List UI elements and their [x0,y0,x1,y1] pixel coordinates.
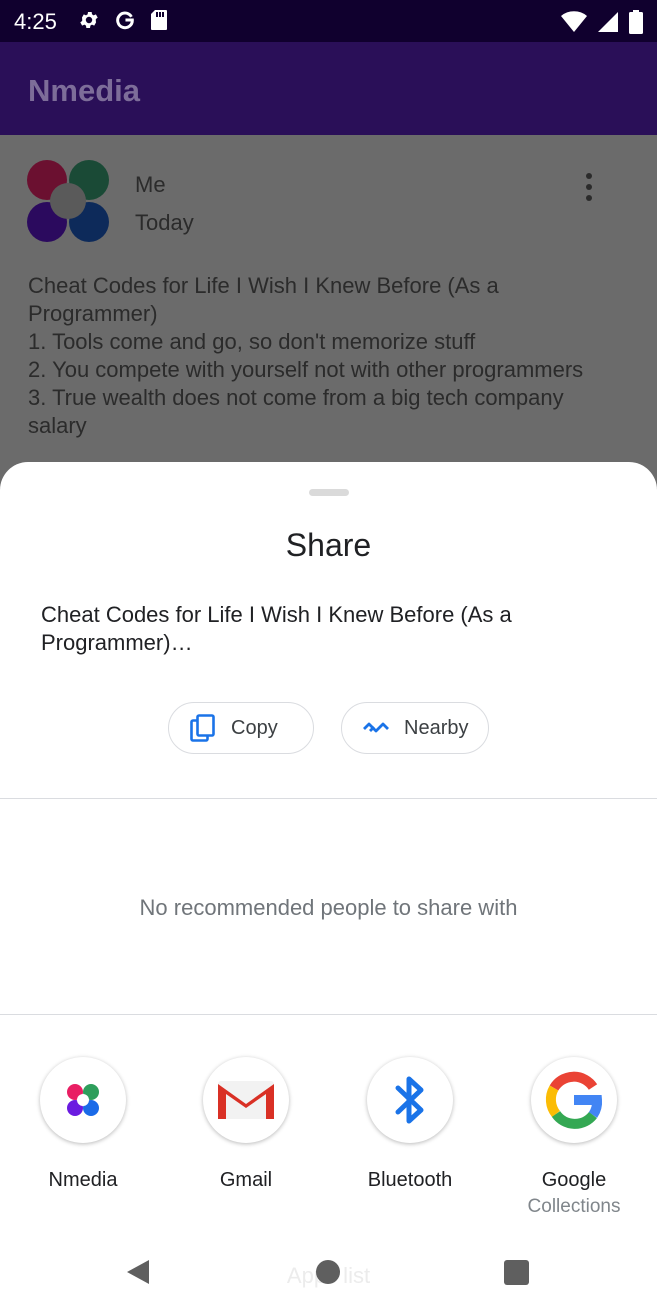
share-target-label: Bluetooth [367,1169,453,1191]
post-author: Me [135,172,166,197]
post-avatar [27,160,109,242]
nearby-icon [362,714,390,742]
share-target-label: Gmail [219,1169,273,1191]
no-recommended-people-text: No recommended people to share with [139,895,518,920]
app-title: Nmedia [28,73,140,108]
post-date: Today [135,210,194,235]
status-time: 4:25 [14,9,57,34]
copy-icon [189,714,217,742]
google-g-icon [114,9,136,36]
battery-icon [629,10,643,39]
status-right-icons [561,10,643,39]
status-bar: 4:25 [0,0,657,42]
app-bar: Nmedia [0,42,657,135]
share-target-gmail[interactable]: Gmail [181,1057,311,1192]
bluetooth-icon [367,1057,453,1143]
divider [0,798,657,799]
share-target-label: Google [541,1169,607,1191]
drag-handle[interactable] [309,489,349,496]
navigation-bar: Apps list [0,1231,657,1311]
recents-icon[interactable] [504,1260,529,1285]
share-target-sublabel: Collections [527,1196,621,1217]
more-vert-icon[interactable] [578,173,600,205]
nearby-button[interactable]: Nearby [341,702,489,754]
share-preview-text: Cheat Codes for Life I Wish I Knew Befor… [41,602,512,655]
google-icon [531,1057,617,1143]
home-icon[interactable] [316,1260,340,1284]
status-left-icons [78,9,168,36]
share-target-bluetooth[interactable]: Bluetooth [345,1057,475,1192]
copy-label: Copy [231,716,278,739]
copy-button[interactable]: Copy [168,702,314,754]
gmail-icon [203,1057,289,1143]
post-text: Cheat Codes for Life I Wish I Knew Befor… [28,273,584,438]
gear-icon [78,9,100,36]
share-target-google-collections[interactable]: Google Collections [509,1057,639,1218]
sheet-title: Share [285,527,372,563]
nmedia-app-icon [40,1057,126,1143]
share-target-label: Nmedia [48,1169,118,1191]
share-target-nmedia[interactable]: Nmedia [18,1057,148,1192]
wifi-icon [561,11,587,38]
nearby-label: Nearby [404,716,469,739]
sd-card-icon [150,9,168,36]
back-icon[interactable] [125,1259,151,1290]
signal-icon [597,11,619,38]
share-sheet: Share Cheat Codes for Life I Wish I Knew… [0,462,657,1311]
divider [0,1014,657,1015]
